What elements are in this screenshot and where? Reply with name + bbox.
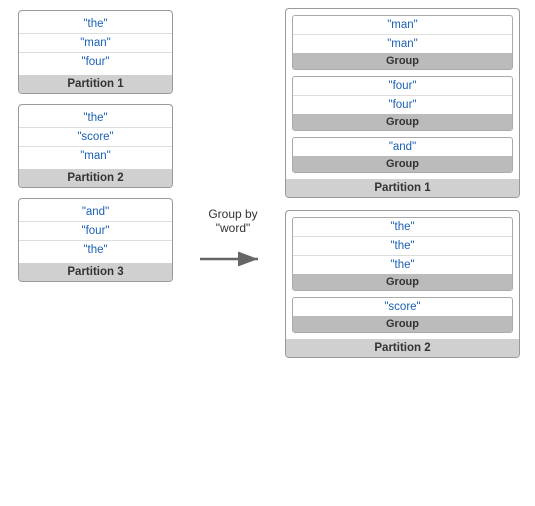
arrow-area: Group by"word"	[188, 207, 278, 279]
group-label: Group	[293, 316, 512, 332]
group-item: "score"	[293, 298, 512, 316]
group-item: "four"	[293, 77, 512, 96]
right-partition-label: Partition 2	[286, 339, 519, 357]
arrow-icon	[198, 239, 268, 279]
left-partition-item: "four"	[19, 53, 172, 71]
left-partition-item: "the"	[19, 241, 172, 259]
diagram: "the""man""four"Partition 1"the""score""…	[0, 0, 535, 506]
left-partition-item: "the"	[19, 15, 172, 34]
group-item: "four"	[293, 96, 512, 114]
right-partition-1: "man""man"Group"four""four"Group"and"Gro…	[285, 8, 520, 198]
group-box: "and"Group	[292, 137, 513, 173]
group-item: "man"	[293, 16, 512, 35]
group-label: Group	[293, 53, 512, 69]
left-partition-3: "and""four""the" Partition 3	[18, 198, 173, 282]
left-partition-item: "man"	[19, 147, 172, 165]
arrow-label: Group by"word"	[208, 207, 257, 235]
left-partition-item: "the"	[19, 109, 172, 128]
group-item: "man"	[293, 35, 512, 53]
left-partition-item: "four"	[19, 222, 172, 241]
group-item: "and"	[293, 138, 512, 156]
left-partition-item: "and"	[19, 203, 172, 222]
partition-label: Partition 2	[19, 169, 172, 187]
left-partition-item: "score"	[19, 128, 172, 147]
group-label: Group	[293, 274, 512, 290]
group-box: "man""man"Group	[292, 15, 513, 70]
left-partition-1: "the""man""four" Partition 1	[18, 10, 173, 94]
right-partition-label: Partition 1	[286, 179, 519, 197]
right-partition-2: "the""the""the"Group"score"GroupPartitio…	[285, 210, 520, 358]
group-item: "the"	[293, 256, 512, 274]
arrow-text: Group by"word"	[208, 207, 257, 235]
group-box: "score"Group	[292, 297, 513, 333]
left-section: "the""man""four"Partition 1"the""score""…	[18, 10, 173, 282]
right-section: "man""man"Group"four""four"Group"and"Gro…	[285, 8, 520, 358]
group-box: "four""four"Group	[292, 76, 513, 131]
partition-label: Partition 3	[19, 263, 172, 281]
group-label: Group	[293, 156, 512, 172]
group-label: Group	[293, 114, 512, 130]
group-box: "the""the""the"Group	[292, 217, 513, 291]
group-item: "the"	[293, 237, 512, 256]
left-partition-2: "the""score""man" Partition 2	[18, 104, 173, 188]
partition-label: Partition 1	[19, 75, 172, 93]
left-partition-item: "man"	[19, 34, 172, 53]
group-item: "the"	[293, 218, 512, 237]
